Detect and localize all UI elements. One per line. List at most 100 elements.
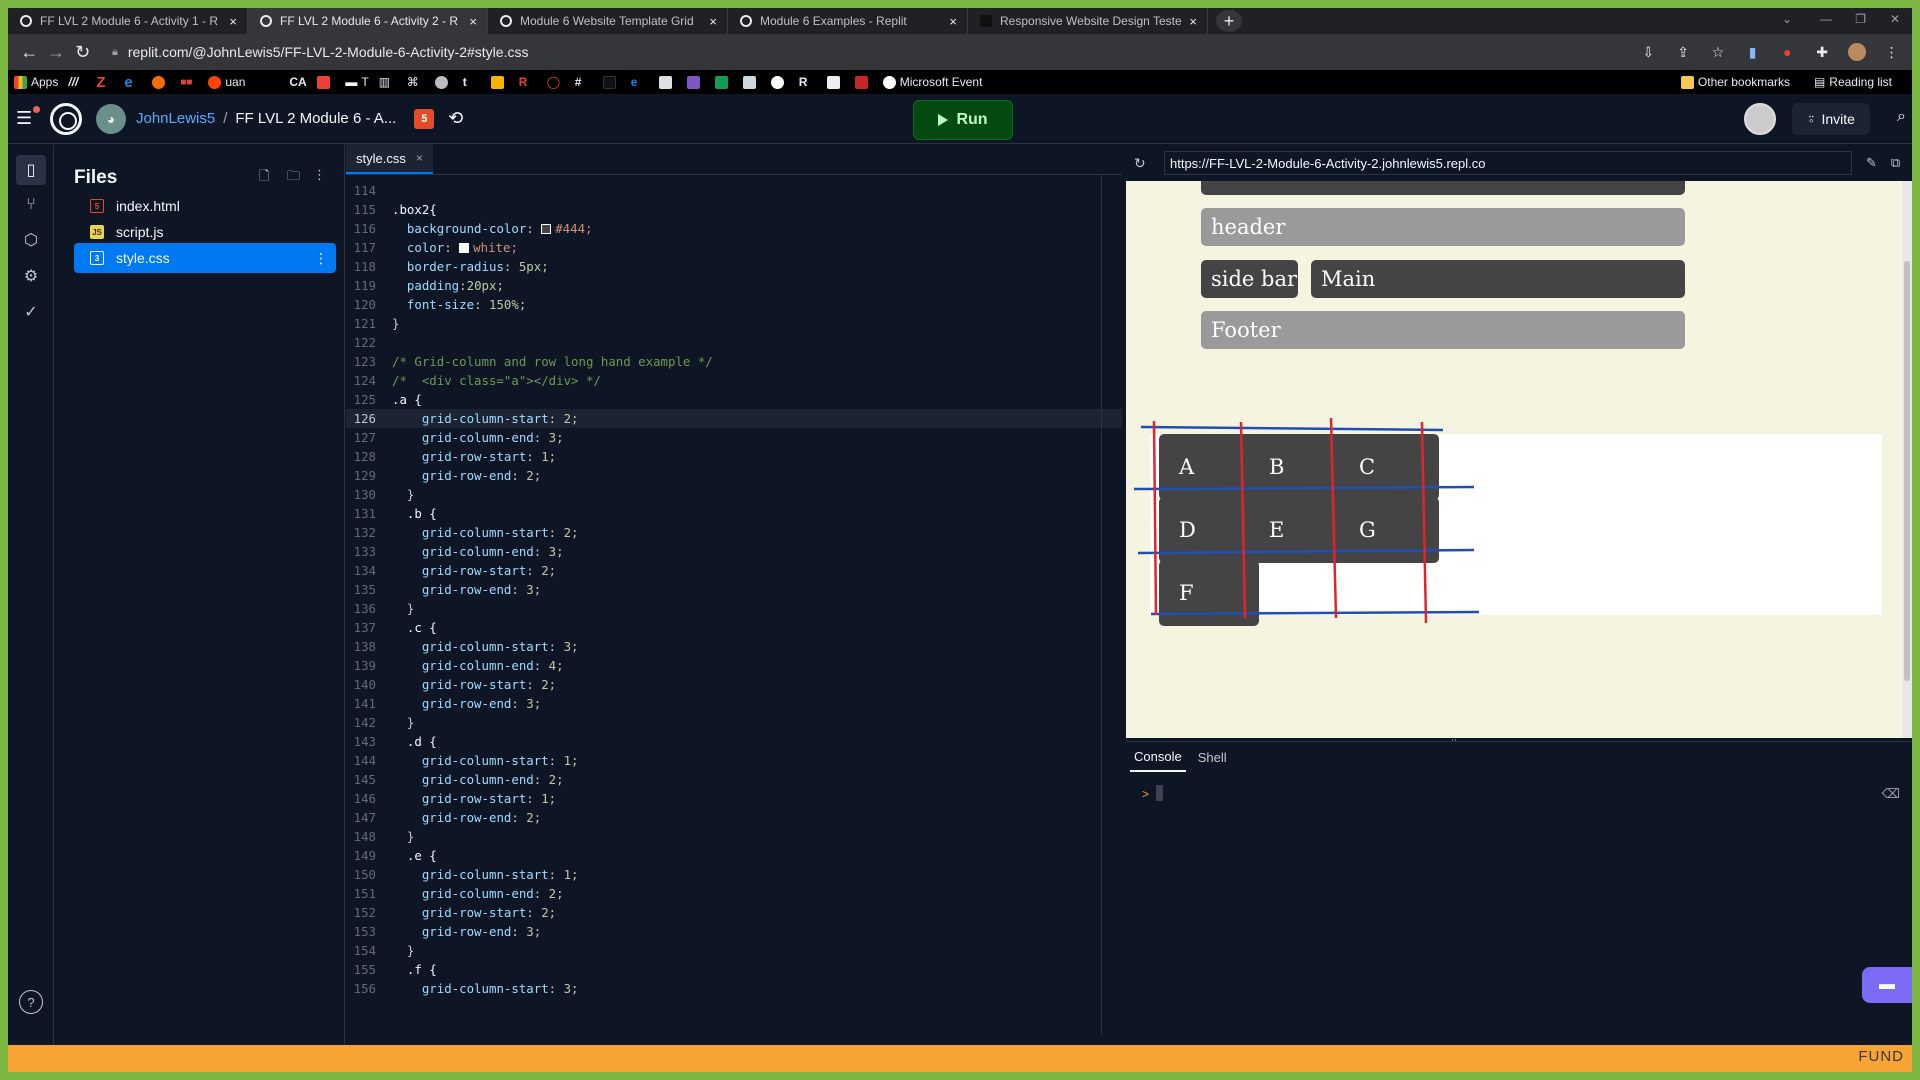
code-line[interactable]: 155 .f { [346,960,1122,979]
bookmark-item[interactable]: e [124,73,142,91]
share-icon[interactable]: ⇪ [1671,43,1696,61]
code-line[interactable]: 143 .d { [346,732,1122,751]
bookmark-item[interactable]: ⌘ [407,73,425,91]
browser-tab[interactable]: Module 6 Website Template Grid × [488,8,728,34]
code-line[interactable]: 149 .e { [346,846,1122,865]
code-line[interactable]: 126 grid-column-start: 2; [346,409,1122,428]
bookmark-item[interactable]: ▥ [379,73,397,91]
bookmark-item[interactable]: ▬ T [345,73,368,91]
profile-avatar-icon[interactable] [1844,43,1869,61]
code-area[interactable]: 114 115 .box2{116 background-color: #444; 1… [346,181,1122,1045]
search-icon[interactable]: ⌕ [1897,108,1906,126]
tab-shell[interactable]: Shell [1194,742,1231,772]
close-icon[interactable]: × [416,151,423,165]
replit-logo[interactable] [50,102,82,135]
code-line[interactable]: 138 grid-column-start: 3; [346,637,1122,656]
code-line[interactable]: 145 grid-column-end: 2; [346,770,1122,789]
tab-search-icon[interactable]: ⌄ [1782,12,1792,26]
tab-console[interactable]: Console [1130,742,1186,772]
code-line[interactable]: 152 grid-row-start: 2; [346,903,1122,922]
address-bar[interactable]: 🔒︎ replit.com/@JohnLewis5/FF-LVL-2-Modul… [105,38,1626,66]
code-line[interactable]: 122 [346,333,1122,352]
scrollbar-thumb[interactable] [1904,261,1910,681]
code-line[interactable]: 150 grid-column-start: 1; [346,865,1122,884]
bookmark-item[interactable]: R [519,73,537,91]
close-tab-icon[interactable]: × [1189,14,1197,29]
code-line[interactable]: 134 grid-row-start: 2; [346,561,1122,580]
code-line[interactable]: 128 grid-row-start: 1; [346,447,1122,466]
code-line[interactable]: 115 .box2{ [346,200,1122,219]
code-line[interactable]: 123 /* Grid-column and row long hand exam… [346,352,1122,371]
code-line[interactable]: 121} [346,314,1122,333]
color-swatch[interactable] [459,242,470,253]
bookmark-item[interactable]: ◯ [547,73,565,91]
bookmark-item[interactable] [658,73,677,91]
close-tab-icon[interactable]: × [709,14,717,29]
close-tab-icon[interactable]: × [469,14,477,29]
file-menu-icon[interactable]: ⋮ [314,250,328,267]
editor-scrollbar[interactable] [1101,175,1102,1035]
code-line[interactable]: 130 } [346,485,1122,504]
code-line[interactable]: 131 .b { [346,504,1122,523]
code-line[interactable]: 139 grid-column-end: 4; [346,656,1122,675]
repl-avatar[interactable]: ◕ [96,103,126,134]
chat-icon[interactable]: ▬ [1862,967,1912,1003]
code-line[interactable]: 146 grid-row-start: 1; [346,789,1122,808]
forward-icon[interactable]: → [43,42,70,63]
extension-record-icon[interactable]: ● [1775,43,1800,61]
bookmark-item[interactable] [826,73,845,91]
reload-icon[interactable]: ↻ [69,42,96,63]
code-line[interactable]: 144 grid-column-start: 1; [346,751,1122,770]
run-button[interactable]: Run [913,100,1013,140]
code-line[interactable]: 132 grid-column-start: 2; [346,523,1122,542]
new-tab-button[interactable]: + [1216,10,1242,32]
star-icon[interactable]: ☆ [1705,43,1730,61]
code-line[interactable]: 124 /* <div class="a"></div> */ [346,371,1122,390]
bookmark-reddit[interactable]: uan [208,73,245,91]
bookmark-item[interactable] [255,73,279,91]
bookmark-item[interactable] [742,73,761,91]
packages-icon[interactable]: ⬡ [16,225,46,255]
bookmark-item[interactable]: t [463,73,481,91]
other-bookmarks[interactable]: Other bookmarks [1680,73,1790,91]
close-tab-icon[interactable]: × [949,14,957,29]
code-line[interactable]: 129 grid-row-end: 2; [346,466,1122,485]
close-tab-icon[interactable]: × [229,14,237,29]
profile-avatar[interactable] [1744,103,1776,135]
files-menu-icon[interactable]: ⋮ [313,167,326,183]
clear-console-icon[interactable]: ⌫ [1882,786,1900,802]
history-icon[interactable]: ⟲ [448,108,463,129]
file-style-css[interactable]: 3 style.css ⋮ [74,243,336,273]
editor-tab-style-css[interactable]: style.css × [346,144,433,174]
code-line[interactable]: 142 } [346,713,1122,732]
menu-icon[interactable]: ☰ [16,106,40,129]
code-line[interactable]: 148 } [346,827,1122,846]
bookmark-item[interactable]: e [631,73,649,91]
bookmark-item[interactable]: # [575,73,593,91]
code-line[interactable]: 117 color: white; [346,238,1122,257]
bookmark-item[interactable]: Z [96,73,114,91]
code-line[interactable]: 133 grid-column-end: 3; [346,542,1122,561]
files-icon[interactable]: ▯ [16,155,46,185]
code-line[interactable]: 140 grid-row-start: 2; [346,675,1122,694]
bookmark-item[interactable] [317,73,335,91]
bookmark-item[interactable] [152,73,170,91]
code-line[interactable]: 136 } [346,599,1122,618]
bookmark-microsoft-event[interactable]: Microsoft Event [882,73,982,91]
browser-tab[interactable]: FF LVL 2 Module 6 - Activity 1 - R × [8,8,248,34]
code-line[interactable]: 137 .c { [346,618,1122,637]
bookmark-item[interactable]: R [799,73,817,91]
help-icon[interactable]: ? [19,990,43,1014]
code-line[interactable]: 156 grid-column-start: 3; [346,979,1122,998]
browser-menu-icon[interactable]: ⋮ [1879,43,1904,61]
checkmark-icon[interactable]: ✓ [16,297,46,327]
back-icon[interactable]: ← [16,42,43,63]
bookmark-item[interactable] [434,73,453,91]
new-file-icon[interactable]: 🗋︎ [259,167,269,189]
extension-doc-icon[interactable]: ▮ [1740,43,1765,61]
open-new-tab-icon[interactable]: ⧉ [1891,155,1900,171]
code-line[interactable]: 135 grid-row-end: 3; [346,580,1122,599]
bookmark-apps[interactable]: Apps [14,73,58,91]
repl-name[interactable]: FF LVL 2 Module 6 - A... [235,110,396,127]
bookmark-item[interactable] [686,73,705,91]
